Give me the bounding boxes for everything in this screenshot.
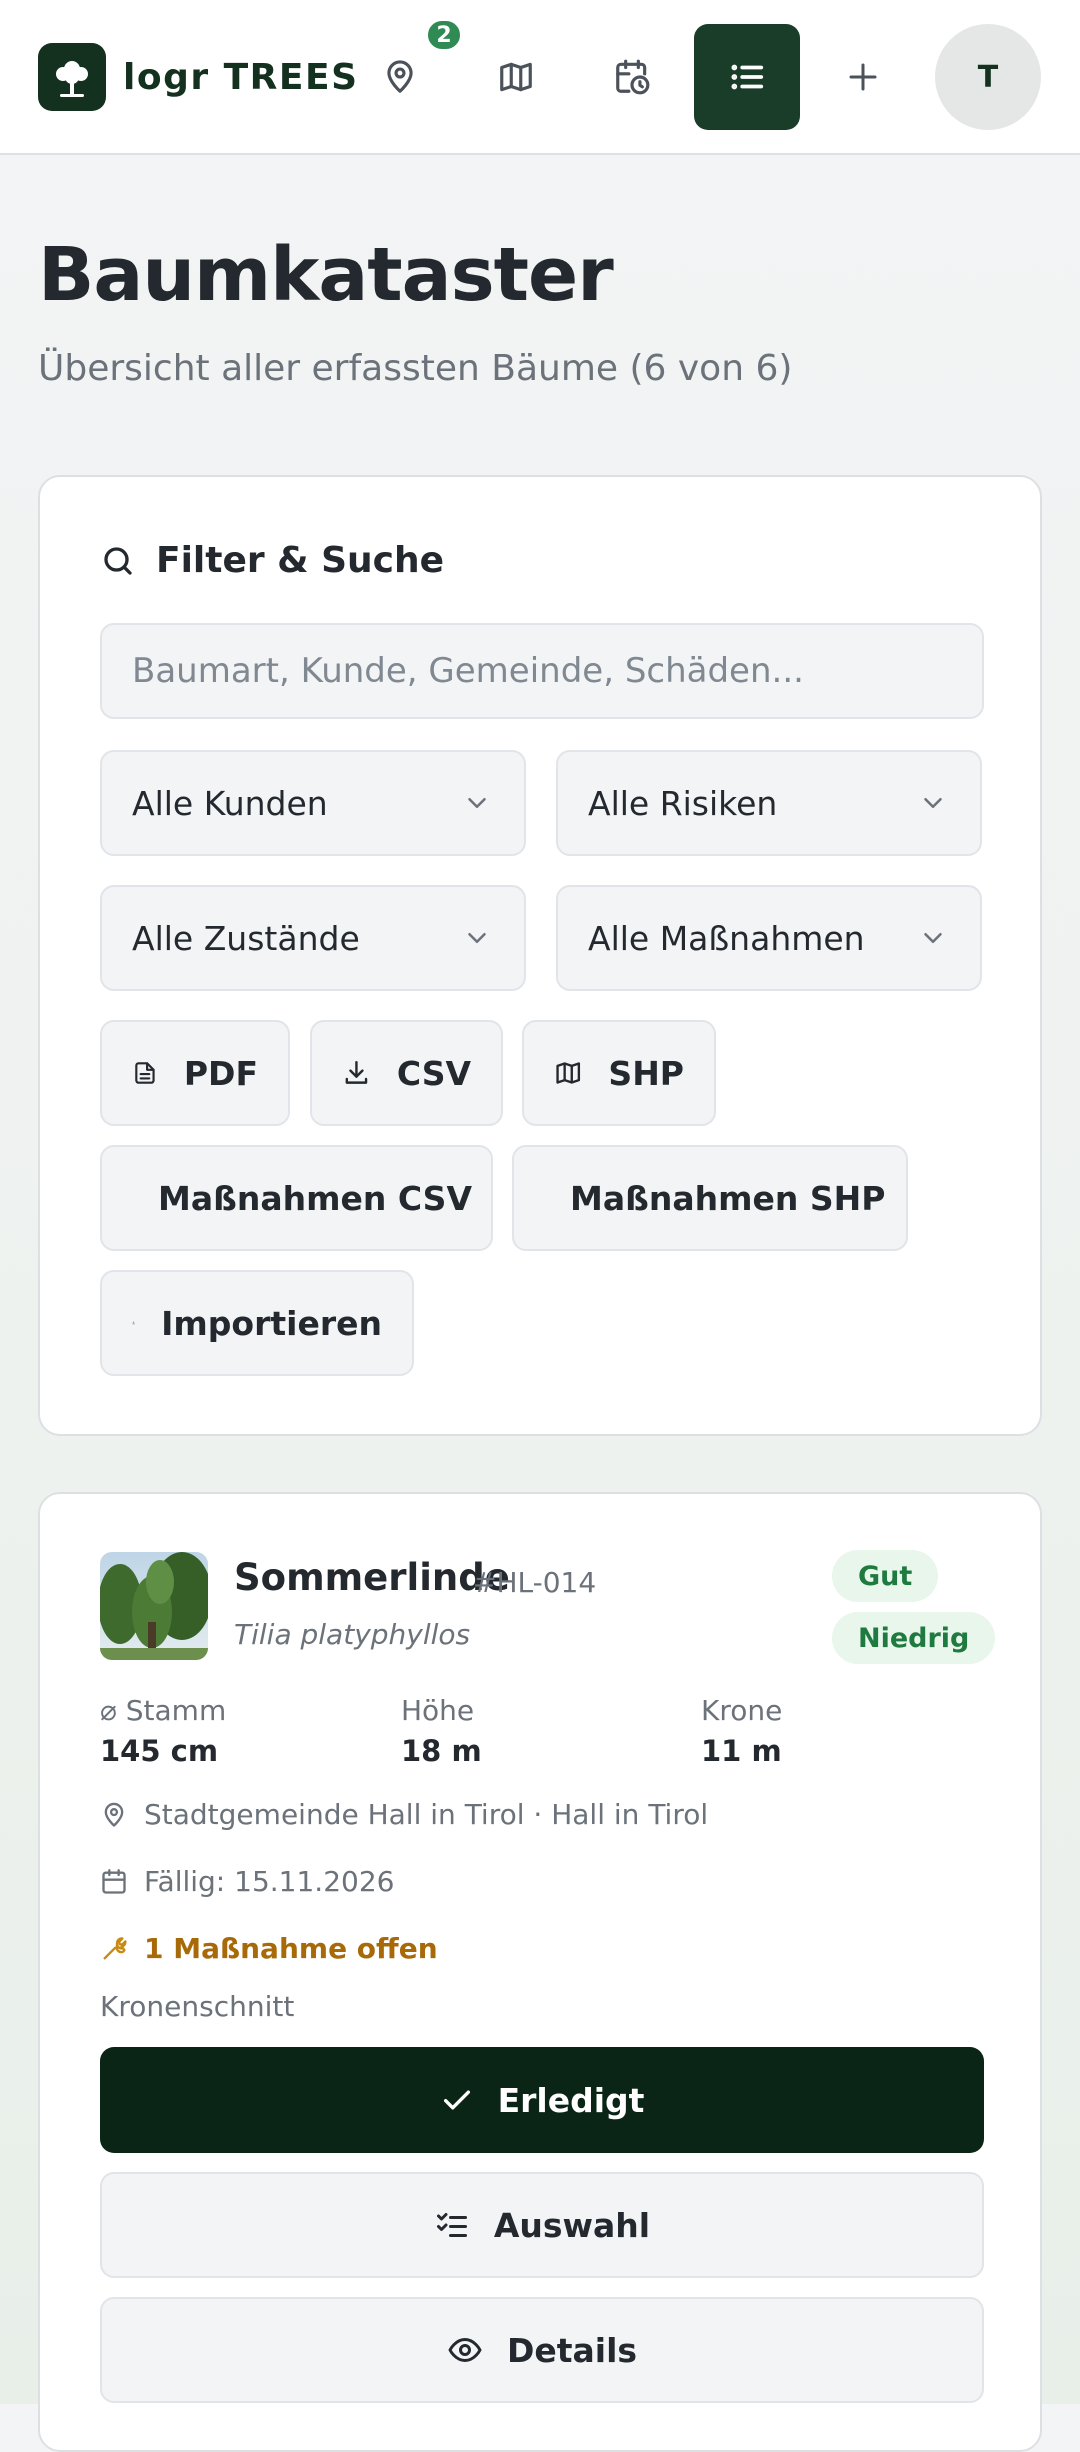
export-pdf-button[interactable]: PDF xyxy=(100,1020,290,1126)
calendar-icon xyxy=(102,1868,126,1894)
page-title: Baumkataster xyxy=(38,232,614,318)
download-icon xyxy=(345,1060,368,1084)
stat-trunk-value: 145 cm xyxy=(100,1734,219,1768)
export-shp-button[interactable]: SHP xyxy=(522,1020,716,1126)
brand[interactable]: logr TREES xyxy=(38,43,359,111)
map-pin-icon xyxy=(387,60,413,93)
filter-card: Filter & Suche Alle Kunden Alle Risiken … xyxy=(38,475,1042,1436)
measure-select-value: Alle Maßnahmen xyxy=(588,918,865,958)
tree-logo-icon xyxy=(38,43,106,111)
export-measures-csv-button[interactable]: Maßnahmen CSV xyxy=(100,1145,493,1251)
details-button[interactable]: Details xyxy=(100,2297,984,2403)
page-subtitle: Übersicht aller erfassten Bäume (6 von 6… xyxy=(38,348,793,389)
stat-height-value: 18 m xyxy=(401,1734,482,1768)
tree-location: Stadtgemeinde Hall in Tirol · Hall in Ti… xyxy=(100,1798,708,1831)
chevron-down-icon xyxy=(924,933,942,943)
map-icon xyxy=(556,1062,581,1084)
stat-trunk-label: ⌀ Stamm xyxy=(100,1694,227,1727)
mark-done-button[interactable]: Erledigt xyxy=(100,2047,984,2153)
filter-title: Filter & Suche xyxy=(156,540,445,581)
stat-crown-label: Krone xyxy=(701,1694,783,1727)
export-pdf-label: PDF xyxy=(183,1053,258,1093)
plus-icon xyxy=(849,63,877,91)
wrench-icon xyxy=(103,1936,127,1959)
stat-height-label: Höhe xyxy=(401,1694,475,1727)
tree-latin-name: Tilia platyphyllos xyxy=(234,1618,471,1651)
risk-select-value: Alle Risiken xyxy=(588,783,778,823)
export-measures-shp-label: Maßnahmen SHP xyxy=(570,1178,886,1218)
nav-add-button[interactable] xyxy=(810,24,916,130)
list-checks-icon xyxy=(436,2213,467,2237)
select-button[interactable]: Auswahl xyxy=(100,2172,984,2278)
risk-badge: Niedrig xyxy=(832,1612,996,1664)
tree-card[interactable]: Sommerlinde #HL-014 Tilia platyphyllos G… xyxy=(38,1492,1042,2452)
risk-select[interactable]: Alle Risiken xyxy=(556,750,982,856)
details-label: Details xyxy=(506,2330,638,2370)
map-icon xyxy=(500,62,532,92)
map-pin-icon xyxy=(104,1802,124,1827)
search-input[interactable] xyxy=(100,623,984,719)
import-label: Importieren xyxy=(161,1303,382,1343)
select-label: Auswahl xyxy=(493,2205,651,2245)
eye-icon xyxy=(448,2338,482,2362)
locations-count-badge: 2 xyxy=(425,18,463,52)
search-icon xyxy=(104,546,132,575)
tree-photo xyxy=(100,1552,208,1660)
chevron-down-icon xyxy=(468,933,486,943)
nav-map-button[interactable] xyxy=(463,24,569,130)
open-measures-text: 1 Maßnahme offen xyxy=(144,1932,438,1965)
export-csv-label: CSV xyxy=(396,1053,471,1093)
tree-location-text: Stadtgemeinde Hall in Tirol · Hall in Ti… xyxy=(144,1798,709,1831)
calendar-clock-icon xyxy=(616,59,650,95)
open-measures: 1 Maßnahme offen xyxy=(100,1932,438,1965)
stat-crown-value: 11 m xyxy=(701,1734,782,1768)
tree-id: #HL-014 xyxy=(473,1566,597,1599)
list-icon xyxy=(731,64,764,90)
export-measures-shp-button[interactable]: Maßnahmen SHP xyxy=(512,1145,908,1251)
user-avatar[interactable]: T xyxy=(935,24,1041,130)
measure-name: Kronenschnitt xyxy=(100,1990,295,2023)
chevron-down-icon xyxy=(468,798,486,808)
top-navigation: logr TREES 2 T xyxy=(0,0,1080,155)
tree-name: Sommerlinde xyxy=(234,1556,510,1599)
nav-list-button[interactable] xyxy=(694,24,800,130)
measure-select[interactable]: Alle Maßnahmen xyxy=(556,885,982,991)
condition-select[interactable]: Alle Zustände xyxy=(100,885,526,991)
export-csv-button[interactable]: CSV xyxy=(310,1020,503,1126)
tree-due-date-text: Fällig: 15.11.2026 xyxy=(144,1865,395,1898)
check-icon xyxy=(443,2090,470,2110)
chevron-down-icon xyxy=(924,798,942,808)
nav-calendar-button[interactable] xyxy=(579,24,685,130)
upload-icon xyxy=(132,1321,135,1325)
customer-select[interactable]: Alle Kunden xyxy=(100,750,526,856)
condition-select-value: Alle Zustände xyxy=(132,918,360,958)
customer-select-value: Alle Kunden xyxy=(132,783,328,823)
mark-done-label: Erledigt xyxy=(497,2080,645,2120)
filter-header: Filter & Suche xyxy=(100,540,444,581)
brand-name: logr TREES xyxy=(123,56,359,98)
file-text-icon xyxy=(135,1062,155,1084)
export-measures-csv-label: Maßnahmen CSV xyxy=(158,1178,472,1218)
import-button[interactable]: Importieren xyxy=(100,1270,414,1376)
tree-due-date: Fällig: 15.11.2026 xyxy=(100,1865,394,1898)
condition-badge: Gut xyxy=(832,1550,939,1602)
export-shp-label: SHP xyxy=(608,1053,684,1093)
